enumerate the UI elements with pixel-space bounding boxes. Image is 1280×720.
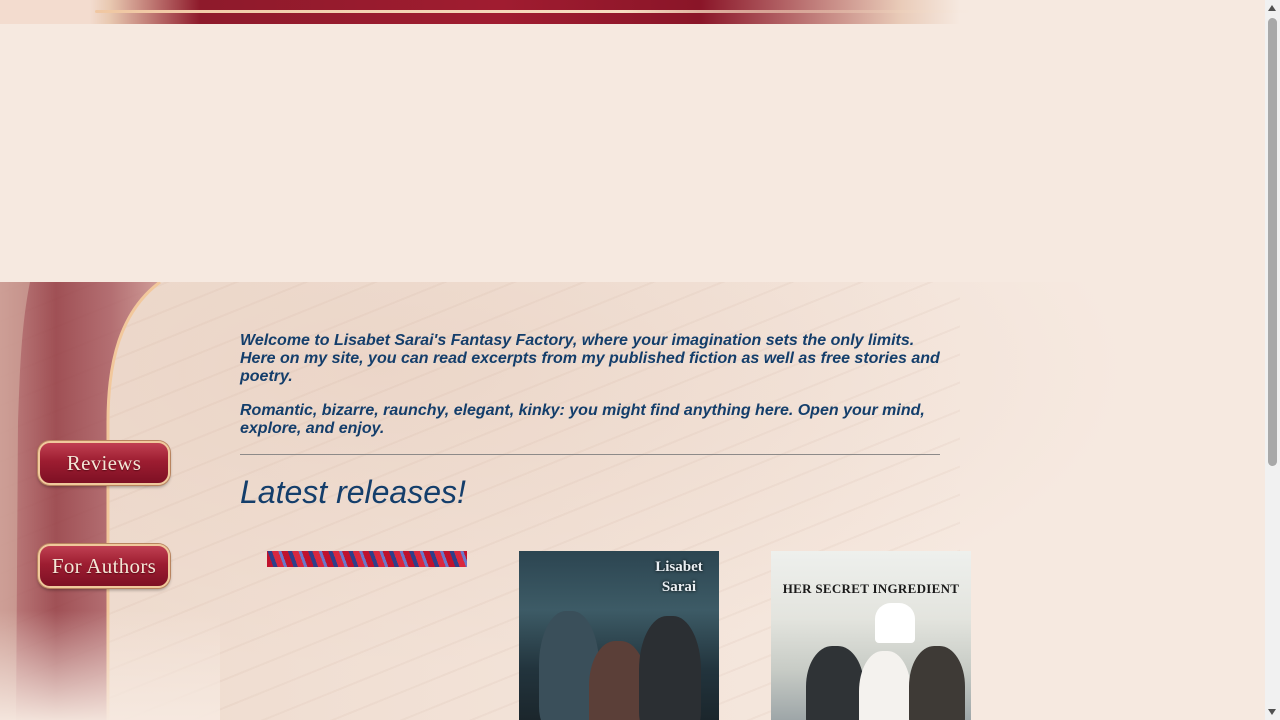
cover-title-text: HER SECRET INGREDIENT	[782, 581, 960, 596]
banner-ad-area	[0, 24, 1265, 282]
cover-figure	[639, 616, 701, 720]
welcome-text: Welcome to Lisabet Sarai's Fantasy Facto…	[240, 332, 940, 454]
scrollbar[interactable]	[1265, 0, 1280, 720]
scroll-down-icon[interactable]	[1268, 709, 1276, 715]
reviews-button[interactable]: Reviews	[38, 441, 170, 485]
for-authors-button[interactable]: For Authors	[38, 544, 170, 588]
header-banner	[0, 0, 1265, 24]
cover-author-text: Lisabet Sarai	[655, 559, 703, 595]
cover-figure	[806, 646, 864, 720]
cover-figure	[909, 646, 965, 720]
chef-hat	[875, 603, 915, 643]
latest-releases-heading: Latest releases!	[240, 474, 466, 510]
cover-figure	[859, 651, 911, 720]
tagline-paragraph: Romantic, bizarre, raunchy, elegant, kin…	[240, 402, 925, 437]
section-divider	[240, 454, 940, 455]
welcome-paragraph: Welcome to Lisabet Sarai's Fantasy Facto…	[240, 332, 940, 385]
book-cover-2[interactable]: Lisabet Sarai	[519, 551, 719, 720]
book-cover-3[interactable]: HER SECRET INGREDIENT	[771, 551, 971, 720]
scroll-up-icon[interactable]	[1268, 5, 1276, 11]
decorative-ribbon	[0, 282, 220, 720]
scroll-thumb[interactable]	[1268, 18, 1277, 466]
book-cover-1[interactable]	[267, 551, 467, 567]
